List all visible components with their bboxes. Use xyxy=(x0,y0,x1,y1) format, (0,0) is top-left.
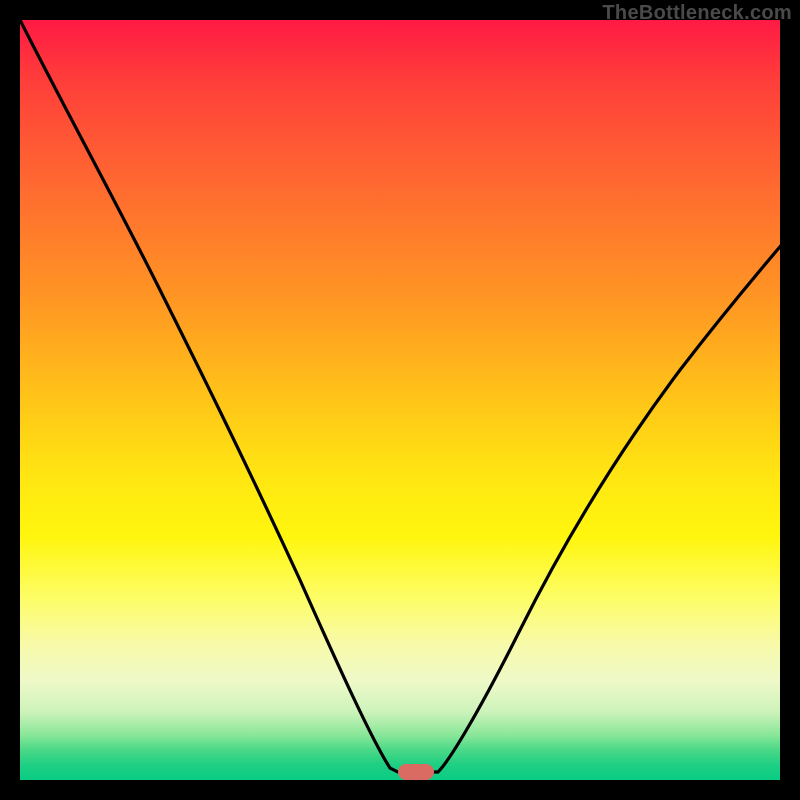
optimum-marker xyxy=(398,764,434,780)
bottleneck-curve xyxy=(20,20,780,780)
curve-path xyxy=(15,10,790,772)
plot-area xyxy=(20,20,780,780)
chart-frame: TheBottleneck.com xyxy=(0,0,800,800)
watermark-label: TheBottleneck.com xyxy=(602,2,792,25)
